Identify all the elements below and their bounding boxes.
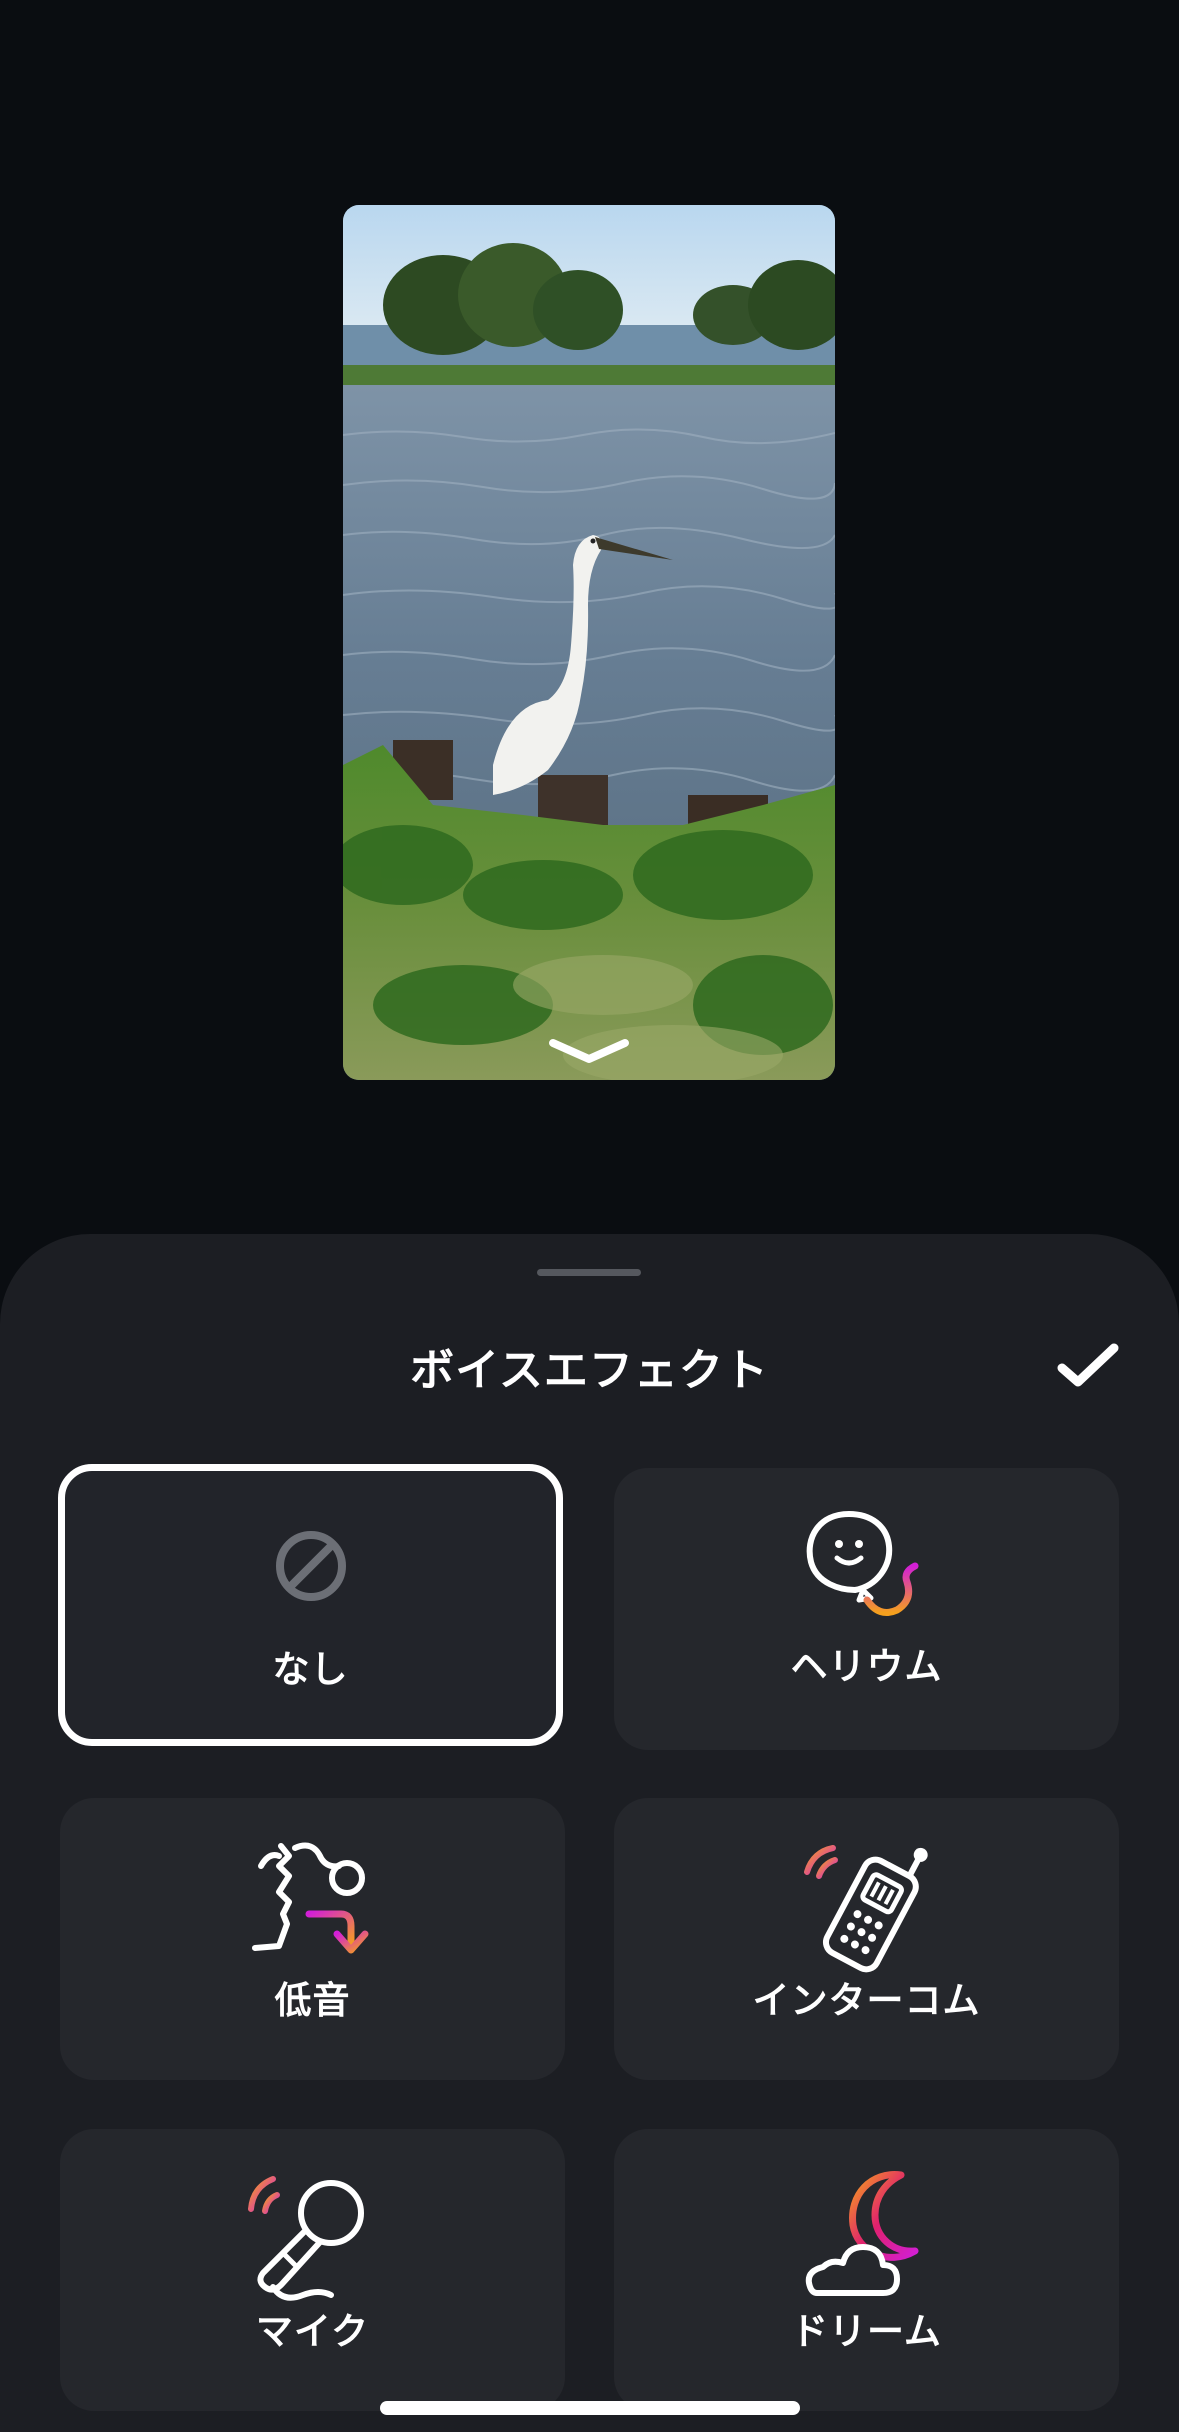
effect-label-microphone: マイク xyxy=(255,2310,370,2353)
helium-balloon-icon xyxy=(806,1510,918,1616)
effect-label-none: なし xyxy=(272,1648,349,1691)
effect-microphone-tile[interactable]: マイク xyxy=(60,2129,565,2411)
checkmark-icon xyxy=(1057,1343,1119,1387)
effect-dream-tile[interactable]: ドリーム xyxy=(614,2129,1119,2411)
home-indicator[interactable] xyxy=(380,2401,800,2415)
sheet-grabber[interactable] xyxy=(537,1269,641,1276)
video-frame-egret xyxy=(343,205,835,1080)
none-icon xyxy=(275,1531,346,1601)
effect-label-dream: ドリーム xyxy=(791,2310,942,2353)
effect-label-helium: ヘリウム xyxy=(790,1645,943,1688)
effect-none-tile[interactable]: なし xyxy=(58,1464,563,1746)
effect-low-voice-tile[interactable]: 低音 xyxy=(60,1798,565,2080)
low-voice-icon xyxy=(251,1842,368,1954)
moon-cloud-icon xyxy=(805,2171,918,2296)
effect-label-intercom: インターコム xyxy=(752,1979,981,2022)
walkie-talkie-icon xyxy=(803,1845,928,1973)
effect-label-low-voice: 低音 xyxy=(274,1979,351,2022)
microphone-icon xyxy=(247,2176,364,2301)
video-preview[interactable] xyxy=(343,205,835,1080)
sheet-title: ボイスエフェクト xyxy=(410,1345,769,1396)
voice-effect-screen: ボイスエフェクト なし ヘリウム 低音 インターコム マイク ドリーム xyxy=(0,0,1179,2432)
effect-helium-tile[interactable]: ヘリウム xyxy=(614,1468,1119,1750)
voice-effect-sheet: ボイスエフェクト なし ヘリウム 低音 インターコム マイク ドリーム xyxy=(0,1234,1179,2432)
done-button[interactable] xyxy=(1048,1326,1128,1406)
chevron-down-icon[interactable] xyxy=(547,1035,631,1065)
effect-intercom-tile[interactable]: インターコム xyxy=(614,1798,1119,2080)
